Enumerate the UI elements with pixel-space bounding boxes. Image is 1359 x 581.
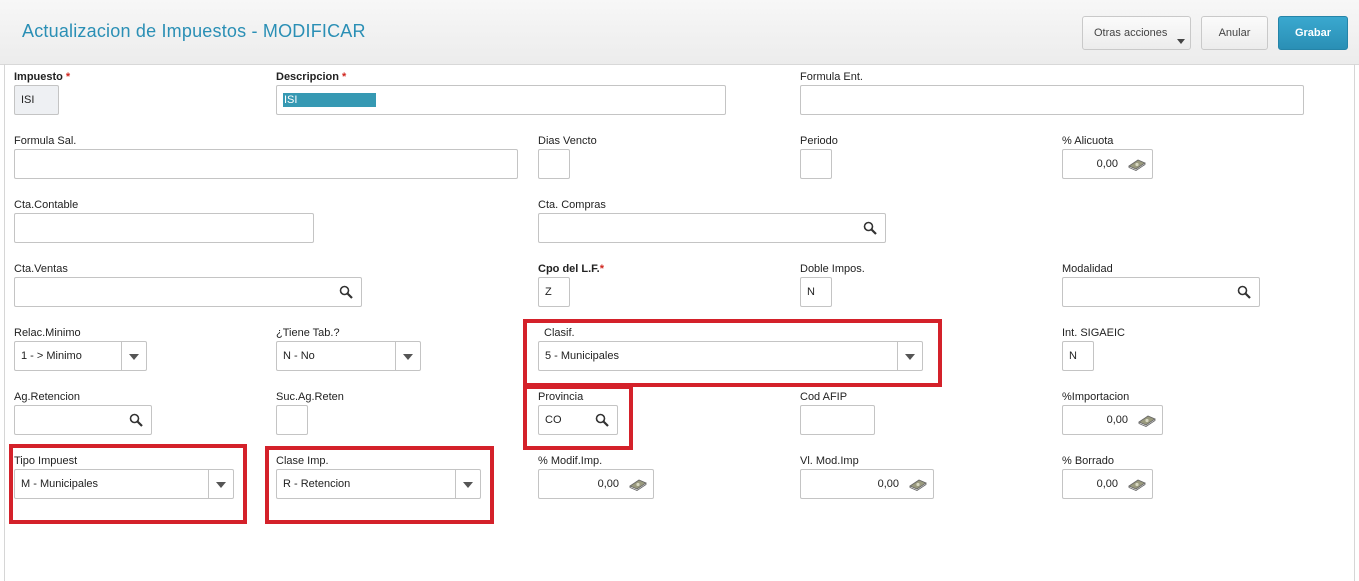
relac-minimo-label: Relac.Minimo bbox=[14, 327, 81, 339]
provincia-label: Provincia bbox=[538, 391, 584, 403]
otras-acciones-button[interactable]: Otras acciones bbox=[1082, 16, 1191, 50]
periodo-field[interactable] bbox=[800, 149, 832, 179]
formula-ent-label: Formula Ent. bbox=[800, 71, 863, 83]
relac-minimo-value: 1 - > Minimo bbox=[21, 350, 82, 362]
vl-mod-imp-field[interactable]: 0,00 bbox=[800, 469, 934, 499]
caret-down-icon bbox=[1177, 39, 1185, 44]
tipo-impuest-value: M - Municipales bbox=[21, 478, 99, 490]
formula-ent-field[interactable] bbox=[800, 85, 1304, 115]
chevron-down-icon[interactable] bbox=[455, 470, 480, 498]
formula-sal-label: Formula Sal. bbox=[14, 135, 77, 147]
cta-contable-label: Cta.Contable bbox=[14, 199, 79, 211]
importacion-value: 0,00 bbox=[1106, 414, 1128, 426]
cpo-lf-label: Cpo del L.F.* bbox=[538, 263, 605, 275]
search-icon[interactable] bbox=[595, 413, 609, 427]
vl-mod-imp-label: Vl. Mod.Imp bbox=[800, 455, 859, 467]
money-icon[interactable] bbox=[908, 477, 928, 491]
otras-acciones-label: Otras acciones bbox=[1094, 27, 1168, 39]
provincia-value: CO bbox=[545, 414, 562, 426]
cpo-lf-field[interactable]: Z bbox=[538, 277, 570, 307]
anular-button[interactable]: Anular bbox=[1201, 16, 1268, 50]
periodo-label: Periodo bbox=[800, 135, 838, 147]
cta-compras-label: Cta. Compras bbox=[538, 199, 606, 211]
doble-impos-label: Doble Impos. bbox=[800, 263, 865, 275]
cta-ventas-label: Cta.Ventas bbox=[14, 263, 68, 275]
cod-afip-field[interactable] bbox=[800, 405, 875, 435]
int-sigaeic-field[interactable]: N bbox=[1062, 341, 1094, 371]
alicuota-label: % Alicuota bbox=[1062, 135, 1114, 147]
modif-imp-label: % Modif.Imp. bbox=[538, 455, 603, 467]
search-icon[interactable] bbox=[1237, 285, 1251, 299]
descripcion-selected-text: ISI bbox=[283, 93, 376, 107]
dias-vencto-label: Dias Vencto bbox=[538, 135, 597, 147]
descripcion-label: Descripcion * bbox=[276, 71, 347, 83]
modif-imp-value: 0,00 bbox=[597, 478, 619, 490]
grabar-button[interactable]: Grabar bbox=[1278, 16, 1348, 50]
importacion-label: %Importacion bbox=[1062, 391, 1130, 403]
tiene-tab-select[interactable]: N - No bbox=[276, 341, 421, 371]
cod-afip-label: Cod AFIP bbox=[800, 391, 848, 403]
impuesto-field[interactable]: ISI bbox=[14, 85, 59, 115]
search-icon[interactable] bbox=[863, 221, 877, 235]
alicuota-value: 0,00 bbox=[1096, 158, 1118, 170]
money-icon[interactable] bbox=[1127, 477, 1147, 491]
clase-imp-label: Clase Imp. bbox=[276, 455, 329, 467]
search-icon[interactable] bbox=[339, 285, 353, 299]
chevron-down-icon[interactable] bbox=[897, 342, 922, 370]
tiene-tab-value: N - No bbox=[283, 350, 315, 362]
tiene-tab-label: ¿Tiene Tab.? bbox=[276, 327, 340, 339]
cta-ventas-field[interactable] bbox=[14, 277, 362, 307]
clasif-select[interactable]: 5 - Municipales bbox=[538, 341, 923, 371]
clasif-label: Clasif. bbox=[544, 327, 575, 339]
clase-imp-select[interactable]: R - Retencion bbox=[276, 469, 481, 499]
modif-imp-field[interactable]: 0,00 bbox=[538, 469, 654, 499]
borrado-value: 0,00 bbox=[1096, 478, 1118, 490]
form-panel bbox=[4, 64, 1355, 581]
alicuota-field[interactable]: 0,00 bbox=[1062, 149, 1153, 179]
page-title: Actualizacion de Impuestos - MODIFICAR bbox=[22, 21, 366, 41]
vl-mod-imp-value: 0,00 bbox=[877, 478, 899, 490]
descripcion-field[interactable]: ISI bbox=[276, 85, 726, 115]
tipo-impuest-label: Tipo Impuest bbox=[14, 455, 78, 467]
borrado-field[interactable]: 0,00 bbox=[1062, 469, 1153, 499]
cta-contable-field[interactable] bbox=[14, 213, 314, 243]
suc-ag-reten-label: Suc.Ag.Reten bbox=[276, 391, 344, 403]
money-icon[interactable] bbox=[1137, 413, 1157, 427]
cta-compras-field[interactable] bbox=[538, 213, 886, 243]
money-icon[interactable] bbox=[628, 477, 648, 491]
chevron-down-icon[interactable] bbox=[208, 470, 233, 498]
doble-impos-field[interactable]: N bbox=[800, 277, 832, 307]
ag-retencion-field[interactable] bbox=[14, 405, 152, 435]
search-icon[interactable] bbox=[129, 413, 143, 427]
clase-imp-value: R - Retencion bbox=[283, 478, 351, 490]
clasif-value: 5 - Municipales bbox=[545, 350, 619, 362]
page-header: Actualizacion de Impuestos - MODIFICAR O… bbox=[0, 0, 1359, 65]
modalidad-field[interactable] bbox=[1062, 277, 1260, 307]
dias-vencto-field[interactable] bbox=[538, 149, 570, 179]
chevron-down-icon[interactable] bbox=[121, 342, 146, 370]
formula-sal-field[interactable] bbox=[14, 149, 518, 179]
borrado-label: % Borrado bbox=[1062, 455, 1114, 467]
modalidad-label: Modalidad bbox=[1062, 263, 1113, 275]
relac-minimo-select[interactable]: 1 - > Minimo bbox=[14, 341, 147, 371]
impuesto-label: Impuesto * bbox=[14, 71, 71, 83]
provincia-field[interactable]: CO bbox=[538, 405, 618, 435]
int-sigaeic-label: Int. SIGAEIC bbox=[1062, 327, 1125, 339]
money-icon[interactable] bbox=[1127, 157, 1147, 171]
suc-ag-reten-field[interactable] bbox=[276, 405, 308, 435]
ag-retencion-label: Ag.Retencion bbox=[14, 391, 81, 403]
chevron-down-icon[interactable] bbox=[395, 342, 420, 370]
tipo-impuest-select[interactable]: M - Municipales bbox=[14, 469, 234, 499]
importacion-field[interactable]: 0,00 bbox=[1062, 405, 1163, 435]
